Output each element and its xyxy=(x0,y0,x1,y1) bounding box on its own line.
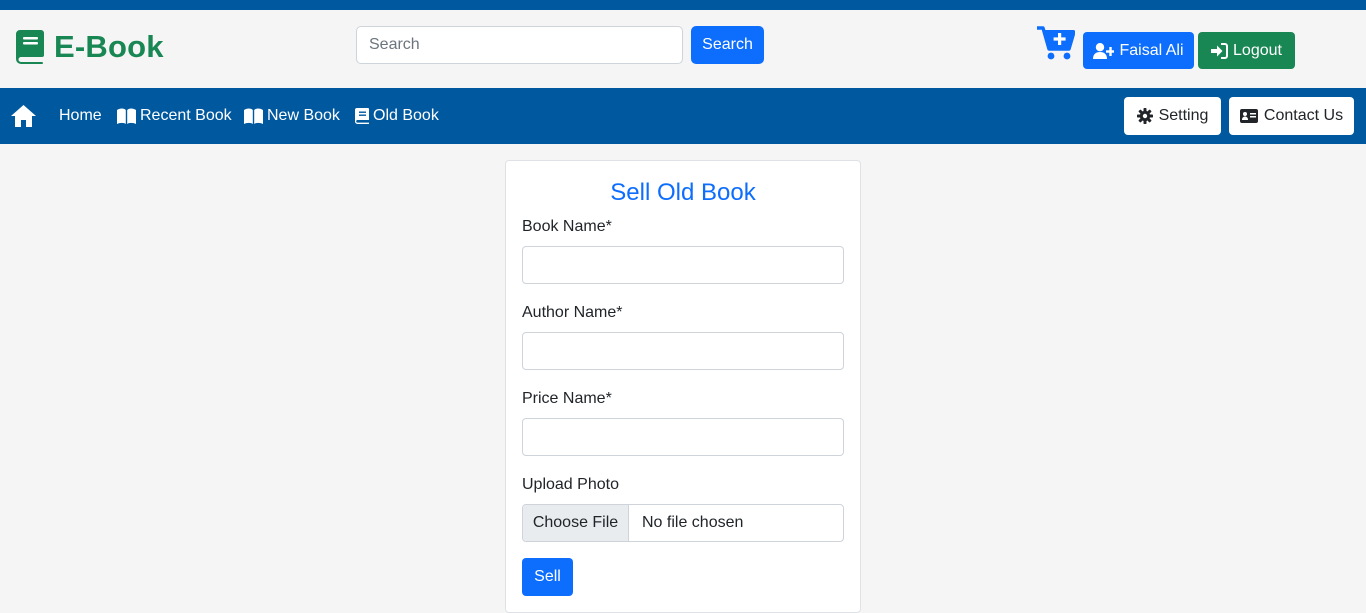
nav-recent-book[interactable]: Recent Book xyxy=(117,88,232,144)
nav-home[interactable]: Home xyxy=(59,88,102,144)
search-input[interactable] xyxy=(356,26,683,64)
sell-button[interactable]: Sell xyxy=(522,558,573,596)
brand-name: E-Book xyxy=(54,29,164,64)
nav-new-book[interactable]: New Book xyxy=(244,88,340,144)
logout-label: Logout xyxy=(1233,41,1282,59)
open-book-icon xyxy=(244,108,263,124)
sell-book-card: Sell Old Book Book Name* Author Name* Pr… xyxy=(505,160,861,613)
choose-file-button[interactable]: Choose File xyxy=(523,505,629,541)
book-name-input[interactable] xyxy=(522,246,844,284)
id-card-icon xyxy=(1239,109,1258,123)
upload-photo-label: Upload Photo xyxy=(522,476,619,493)
author-name-label: Author Name* xyxy=(522,304,623,321)
gear-icon xyxy=(1136,108,1153,124)
user-profile-button[interactable]: Faisal Ali xyxy=(1083,32,1194,69)
cart-plus-icon[interactable] xyxy=(1037,25,1075,61)
book-icon xyxy=(355,108,369,124)
nav-new-book-label: New Book xyxy=(267,107,340,124)
price-label: Price Name* xyxy=(522,390,612,407)
logout-button[interactable]: Logout xyxy=(1198,32,1295,69)
user-plus-icon xyxy=(1093,42,1115,59)
nav-home-label: Home xyxy=(59,107,102,124)
search-button[interactable]: Search xyxy=(691,26,764,64)
nav-recent-book-label: Recent Book xyxy=(140,107,232,124)
book-name-label: Book Name* xyxy=(522,218,612,235)
brand-logo[interactable]: E-Book xyxy=(16,29,164,65)
file-status-text: No file chosen xyxy=(642,514,744,531)
setting-button[interactable]: Setting xyxy=(1124,97,1221,135)
price-input[interactable] xyxy=(522,418,844,456)
user-name: Faisal Ali xyxy=(1119,41,1184,59)
main-navbar: Home Recent Book New Book Old Book Setti… xyxy=(0,88,1366,144)
open-book-icon xyxy=(117,108,136,124)
nav-old-book[interactable]: Old Book xyxy=(355,88,439,144)
header: E-Book Search Faisal Ali Logout xyxy=(0,10,1366,88)
contact-us-button[interactable]: Contact Us xyxy=(1229,97,1354,135)
photo-file-input[interactable]: Choose File No file chosen xyxy=(522,504,844,542)
sign-in-icon xyxy=(1211,42,1229,59)
home-icon[interactable] xyxy=(11,105,36,127)
author-name-input[interactable] xyxy=(522,332,844,370)
book-icon xyxy=(16,30,44,64)
top-accent-bar xyxy=(0,0,1366,10)
form-title: Sell Old Book xyxy=(610,179,756,206)
nav-old-book-label: Old Book xyxy=(373,107,439,124)
setting-label: Setting xyxy=(1158,107,1209,124)
contact-us-label: Contact Us xyxy=(1263,107,1344,124)
